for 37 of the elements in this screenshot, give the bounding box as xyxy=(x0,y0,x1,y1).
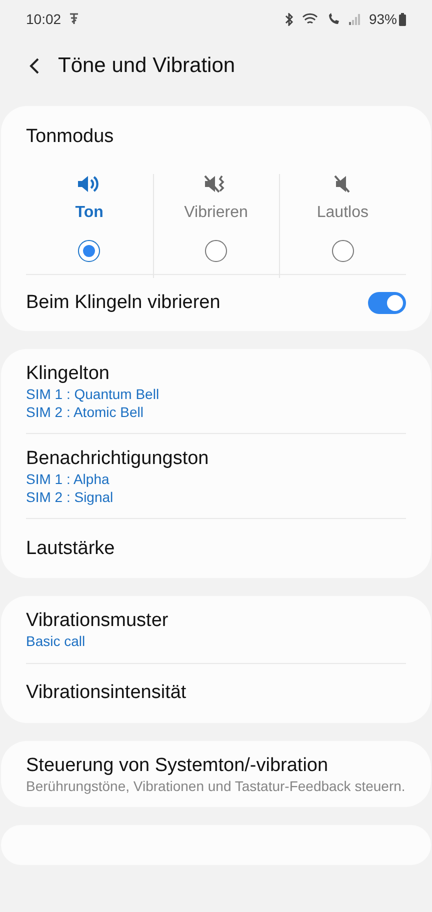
item-title: Benachrichtigungston xyxy=(26,447,210,471)
mode-label: Lautlos xyxy=(316,204,368,222)
page-title: Töne und Vibration xyxy=(58,54,236,78)
settings-item[interactable]: Benachrichtigungston SIM 1 : Alpha SIM 2 : Signal xyxy=(26,433,406,518)
toggle-label: Beim Klingeln vibrieren xyxy=(26,292,222,314)
call-icon xyxy=(326,12,341,26)
bluetooth-icon xyxy=(284,12,294,26)
item-value: Basic call xyxy=(26,633,86,650)
mode-label: Ton xyxy=(75,204,104,222)
mode-label: Vibrieren xyxy=(184,204,248,222)
item-value: SIM 2 : Atomic Bell xyxy=(26,404,144,421)
settings-item[interactable]: Vibrationsintensität xyxy=(26,662,406,722)
toggle-switch[interactable] xyxy=(368,292,406,314)
signal-icon xyxy=(348,13,361,25)
speaker-icon xyxy=(77,174,102,194)
item-title: Steuerung von Systemton/-vibration xyxy=(26,754,330,778)
battery-icon xyxy=(399,12,406,26)
notification-icon xyxy=(69,13,80,25)
item-title: Vibrationsintensität xyxy=(26,681,188,705)
section-title: Tonmodus xyxy=(26,125,115,148)
item-description: Berührungstöne, Vibrationen und Tastatur-Feedback steuern. xyxy=(26,778,406,795)
settings-item[interactable]: Klingelton SIM 1 : Quantum Bell SIM 2 : Atomic Bell xyxy=(26,349,406,433)
battery-level: 93% xyxy=(368,11,397,27)
settings-item[interactable]: Lautstärke xyxy=(26,518,406,578)
item-value: SIM 1 : Alpha xyxy=(26,471,110,488)
item-title: Vibrationsmuster xyxy=(26,609,170,633)
item-title: Lautstärke xyxy=(26,536,116,560)
radio-button[interactable] xyxy=(205,240,227,262)
radio-button[interactable] xyxy=(332,240,354,262)
wifi-icon xyxy=(302,12,319,26)
settings-item[interactable]: Vibrationsmuster Basic call xyxy=(26,596,406,662)
radio-button[interactable] xyxy=(78,240,100,262)
item-title: Klingelton xyxy=(26,362,110,386)
item-value: SIM 2 : Signal xyxy=(26,488,114,506)
status-time: 10:02 xyxy=(26,11,62,27)
back-icon xyxy=(28,57,40,75)
item-value: SIM 1 : Quantum Bell xyxy=(26,386,160,404)
